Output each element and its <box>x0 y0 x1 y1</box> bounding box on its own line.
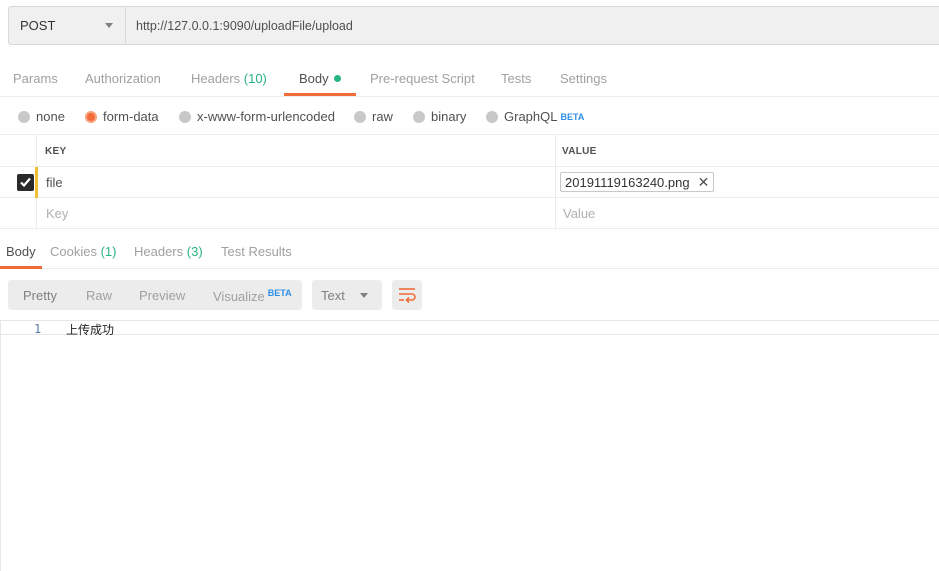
tab-pre-request-script[interactable]: Pre-request Script <box>370 71 475 86</box>
response-tab-body-label: Body <box>6 244 36 259</box>
tab-params[interactable]: Params <box>13 71 58 86</box>
radio-form-data-label: form-data <box>103 109 159 124</box>
radio-circle-icon <box>354 110 366 123</box>
close-icon[interactable]: ✕ <box>698 174 710 191</box>
format-label: Text <box>321 288 345 303</box>
radio-raw-label: raw <box>372 109 393 124</box>
response-tab-cookies[interactable]: Cookies (1) <box>50 244 116 259</box>
row-highlight-bar <box>35 167 38 198</box>
tab-tests-label: Tests <box>501 71 532 86</box>
tab-authorization-label: Authorization <box>85 71 161 86</box>
file-name: 20191119163240.png <box>565 174 690 190</box>
tab-headers-count: (10) <box>243 71 267 86</box>
view-pretty-button[interactable]: Pretty <box>23 288 57 303</box>
method-label: POST <box>20 18 56 33</box>
key-column-header: KEY <box>45 146 67 157</box>
radio-none[interactable]: none <box>18 109 65 124</box>
response-tab-cookies-count: (1) <box>100 244 117 259</box>
response-tab-headers-count: (3) <box>186 244 203 259</box>
radio-form-data[interactable]: form-data <box>85 109 159 124</box>
radio-raw[interactable]: raw <box>354 109 393 124</box>
request-bar: POST http://127.0.0.1:9090/uploadFile/up… <box>8 6 939 45</box>
radio-circle-icon <box>413 110 425 123</box>
radio-binary[interactable]: binary <box>413 109 466 124</box>
response-tab-test-results[interactable]: Test Results <box>221 244 292 259</box>
format-select[interactable]: Text <box>312 280 382 310</box>
modified-dot-icon <box>333 75 341 82</box>
checkmark-icon <box>20 177 31 188</box>
view-visualize-button[interactable]: Visualize BETA <box>213 288 292 304</box>
view-raw-button[interactable]: Raw <box>86 288 112 303</box>
form-data-table: KEY VALUE file 20191119163240.png ✕ Key … <box>0 135 939 229</box>
active-tab-indicator <box>284 93 356 96</box>
chevron-down-icon <box>360 293 368 298</box>
response-tab-headers-label: Headers <box>134 244 184 259</box>
view-visualize-label: Visualize <box>213 289 265 304</box>
beta-badge: BETA <box>560 111 585 122</box>
radio-selected-icon <box>85 110 97 123</box>
table-row: Key Value <box>0 198 939 229</box>
row-enabled-checkbox[interactable] <box>17 174 34 191</box>
response-tab-cookies-label: Cookies <box>50 244 97 259</box>
response-tab-headers[interactable]: Headers (3) <box>134 244 203 259</box>
url-text: http://127.0.0.1:9090/uploadFile/upload <box>136 18 353 33</box>
new-key-input[interactable]: Key <box>46 206 68 221</box>
radio-circle-icon <box>18 110 30 123</box>
radio-circle-icon <box>486 110 498 123</box>
radio-binary-label: binary <box>431 109 467 124</box>
radio-graphql-label: GraphQL <box>504 109 558 124</box>
wrap-lines-button[interactable] <box>392 280 422 310</box>
url-input[interactable]: http://127.0.0.1:9090/uploadFile/upload <box>125 6 939 45</box>
table-row: file 20191119163240.png ✕ <box>0 167 939 198</box>
tab-tests[interactable]: Tests <box>501 71 531 86</box>
response-tabs: Body Cookies (1) Headers (3) Test Result… <box>0 230 939 269</box>
body-type-selector: none form-data x-www-form-urlencoded raw… <box>0 98 939 135</box>
tab-authorization[interactable]: Authorization <box>85 71 161 86</box>
beta-badge: BETA <box>267 288 292 298</box>
tab-headers-label: Headers <box>191 71 241 86</box>
editor-gutter-border <box>0 320 1 571</box>
radio-urlencoded-label: x-www-form-urlencoded <box>197 109 335 124</box>
radio-urlencoded[interactable]: x-www-form-urlencoded <box>179 109 335 124</box>
request-tabs: Params Authorization Headers (10) Body P… <box>0 62 939 97</box>
chevron-down-icon <box>105 23 113 28</box>
response-tab-body[interactable]: Body <box>6 244 36 259</box>
row-key-field[interactable]: file <box>46 175 63 190</box>
tab-body-label: Body <box>299 71 329 86</box>
tab-pre-request-script-label: Pre-request Script <box>370 71 475 86</box>
radio-circle-icon <box>179 110 191 123</box>
response-line-text: 上传成功 <box>66 323 115 337</box>
method-select[interactable]: POST <box>8 6 125 45</box>
file-chip[interactable]: 20191119163240.png ✕ <box>560 172 715 192</box>
table-header: KEY VALUE <box>0 135 939 167</box>
active-response-tab-indicator <box>0 266 42 269</box>
response-body-editor[interactable]: 1 上传成功 <box>0 320 939 337</box>
value-column-header: VALUE <box>562 146 597 157</box>
line-number: 1 <box>34 322 42 336</box>
wrap-lines-icon <box>399 288 416 303</box>
view-preview-button[interactable]: Preview <box>139 288 185 303</box>
tab-params-label: Params <box>13 71 58 86</box>
new-value-input[interactable]: Value <box>563 206 595 221</box>
tab-headers[interactable]: Headers (10) <box>191 71 267 86</box>
tab-settings[interactable]: Settings <box>560 71 607 86</box>
radio-none-label: none <box>36 109 65 124</box>
view-mode-group: Pretty Raw Preview Visualize BETA <box>8 280 302 310</box>
tab-body[interactable]: Body <box>299 71 341 86</box>
radio-graphql[interactable]: GraphQL BETA <box>486 109 584 124</box>
response-tab-test-results-label: Test Results <box>221 244 292 259</box>
tab-settings-label: Settings <box>560 71 607 86</box>
